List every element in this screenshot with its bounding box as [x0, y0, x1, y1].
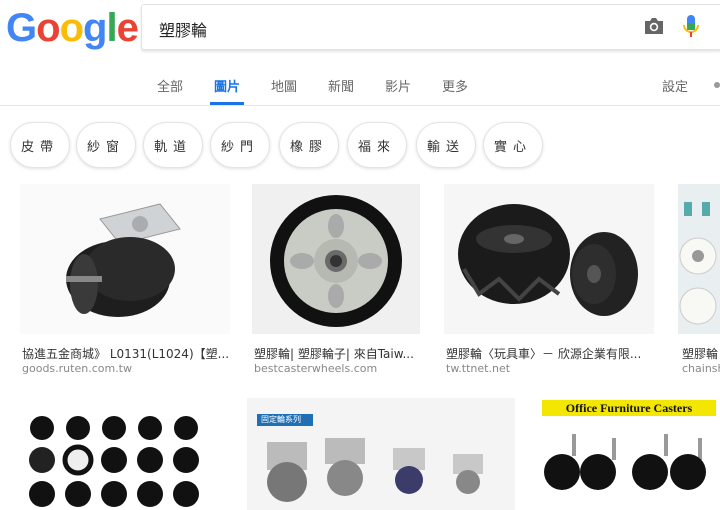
image-result[interactable]: 塑膠輪| 塑膠輪子| 來自Taiw... bestcasterwheels.co…: [252, 184, 420, 376]
search-tabs: 全部 圖片 地圖 新聞 影片 更多 設定: [0, 74, 720, 105]
logo-letter: e: [116, 6, 139, 50]
wheel-grid-image: [20, 398, 220, 510]
result-title[interactable]: 協進五金商城》 L0131(L1024)【塑...: [22, 345, 228, 362]
camera-icon[interactable]: [643, 17, 665, 35]
white-wheel-image: [679, 202, 717, 325]
result-source: chainsh: [682, 362, 720, 375]
result-source: bestcasterwheels.com: [254, 362, 378, 375]
result-thumbnail[interactable]: [20, 184, 230, 334]
chip-item[interactable]: 紗門: [210, 122, 270, 168]
chip-item[interactable]: 實心: [483, 122, 543, 168]
logo-letter: l: [106, 6, 117, 50]
image-result[interactable]: 塑膠輪 chainsh: [678, 184, 720, 376]
chip-item[interactable]: 輸送: [416, 122, 476, 168]
chip-item[interactable]: 橡膠: [279, 122, 339, 168]
result-thumbnail[interactable]: [444, 184, 654, 334]
result-thumbnail[interactable]: [20, 398, 220, 510]
header: Google 塑膠輪 全部 圖片 地圖 新聞 影片 更多 設定: [0, 0, 720, 106]
image-result[interactable]: Office Furniture Casters: [538, 398, 720, 510]
search-query[interactable]: 塑膠輪: [159, 17, 207, 41]
tab-more[interactable]: 更多: [442, 76, 468, 95]
chip-item[interactable]: 紗窗: [76, 122, 136, 168]
result-source: goods.ruten.com.tw: [22, 362, 132, 375]
related-searches: 皮帶 紗窗 軌道 紗門 橡膠 福來 輸送 實心: [0, 122, 720, 170]
settings-link[interactable]: 設定: [662, 76, 688, 95]
toy-wheel-image: [458, 204, 638, 316]
logo-letter: G: [6, 6, 37, 50]
result-thumbnail[interactable]: Office Furniture Casters: [538, 398, 720, 510]
image-caption: 固定輪系列: [261, 415, 301, 424]
tab-maps[interactable]: 地圖: [271, 76, 297, 95]
logo-letter: o: [36, 6, 60, 50]
tools-indicator: [714, 82, 720, 88]
tab-images[interactable]: 圖片: [214, 76, 240, 95]
image-result[interactable]: 固定輪系列: [247, 398, 515, 510]
image-result[interactable]: 協進五金商城》 L0131(L1024)【塑... goods.ruten.co…: [20, 184, 230, 376]
active-tab-indicator: [210, 102, 244, 105]
result-title[interactable]: 塑膠輪| 塑膠輪子| 來自Taiw...: [254, 345, 420, 362]
tab-all[interactable]: 全部: [157, 76, 183, 95]
chip-item[interactable]: 軌道: [143, 122, 203, 168]
image-result[interactable]: [20, 398, 220, 510]
caster-wheel-image: [66, 203, 181, 317]
result-thumbnail[interactable]: [678, 184, 720, 334]
chip-item[interactable]: 皮帶: [10, 122, 70, 168]
google-logo[interactable]: Google: [6, 6, 139, 50]
logo-letter: o: [59, 6, 84, 50]
result-thumbnail[interactable]: [252, 184, 420, 334]
logo-letter: g: [83, 6, 107, 50]
image-result[interactable]: 塑膠輪〈玩具車〉－ 欣源企業有限... tw.ttnet.net: [444, 184, 654, 376]
microphone-icon[interactable]: [682, 14, 700, 40]
plastic-wheel-image: [252, 184, 420, 334]
result-title[interactable]: 塑膠輪: [682, 345, 720, 362]
result-thumbnail[interactable]: 固定輪系列: [247, 398, 515, 510]
tab-news[interactable]: 新聞: [328, 76, 354, 95]
chip-item[interactable]: 福來: [347, 122, 407, 168]
search-input[interactable]: 塑膠輪: [141, 4, 720, 50]
tab-videos[interactable]: 影片: [385, 76, 411, 95]
result-title[interactable]: 塑膠輪〈玩具車〉－ 欣源企業有限...: [446, 345, 652, 362]
office-caster-image: [544, 434, 706, 490]
result-source: tw.ttnet.net: [446, 362, 511, 375]
